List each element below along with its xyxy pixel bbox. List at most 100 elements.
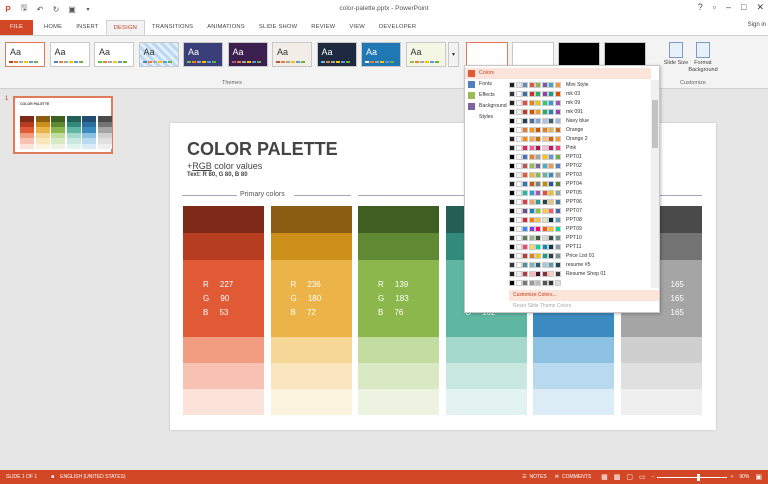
tab-developer[interactable]: DEVELOPER xyxy=(372,20,423,35)
palette-row[interactable]: PPT11 xyxy=(509,242,651,251)
theme-thumbnail[interactable]: Aa xyxy=(361,42,401,67)
color-swatch[interactable] xyxy=(270,206,352,233)
color-swatch[interactable] xyxy=(183,206,264,233)
theme-thumbnail[interactable]: Aa xyxy=(405,42,446,67)
color-swatch[interactable] xyxy=(270,233,352,260)
reading-view-icon[interactable]: ▢ xyxy=(626,473,633,481)
color-swatch[interactable] xyxy=(183,337,264,363)
color-swatch[interactable] xyxy=(620,337,702,363)
notes-button[interactable]: NOTES xyxy=(530,474,547,480)
tab-animations[interactable]: ANIMATIONS xyxy=(200,20,252,35)
menu-item-colors[interactable]: Colors xyxy=(465,68,651,79)
color-swatch[interactable] xyxy=(270,363,352,389)
theme-thumbnail[interactable]: Aa xyxy=(49,42,90,67)
palette-row[interactable]: Resume Shop 01 xyxy=(509,269,651,278)
minimize-icon[interactable]: – xyxy=(726,2,731,13)
sign-in-link[interactable]: Sign in xyxy=(748,22,766,28)
theme-thumbnail[interactable]: Aa xyxy=(5,42,45,67)
tab-transitions[interactable]: TRANSITIONS xyxy=(145,20,200,35)
palette-row[interactable]: PPT07 xyxy=(509,206,651,215)
palette-row[interactable]: Orange 2 xyxy=(509,134,651,143)
variant-thumbnail[interactable] xyxy=(604,42,646,67)
zoom-level[interactable]: 90% xyxy=(739,474,749,480)
tab-review[interactable]: REVIEW xyxy=(304,20,342,35)
zoom-slider-thumb[interactable] xyxy=(697,473,701,481)
fit-to-window-icon[interactable]: ▣ xyxy=(755,473,762,481)
help-icon[interactable]: ? xyxy=(698,2,703,13)
scrollbar-thumb[interactable] xyxy=(652,100,658,148)
palette-row[interactable]: PPT10 xyxy=(509,233,651,242)
palette-row[interactable]: Navy blue xyxy=(509,116,651,125)
spell-check-icon[interactable]: ■ xyxy=(51,474,54,480)
palette-row[interactable] xyxy=(509,278,651,287)
present-icon[interactable]: ▣ xyxy=(64,2,80,16)
slideshow-view-icon[interactable]: ▭ xyxy=(639,473,646,481)
palette-row[interactable]: PPT08 xyxy=(509,215,651,224)
palette-row[interactable]: mk 09 xyxy=(509,98,651,107)
theme-thumbnail[interactable]: Aa xyxy=(272,42,312,67)
tab-view[interactable]: VIEW xyxy=(342,20,372,35)
zoom-slider[interactable] xyxy=(657,473,728,481)
palette-row[interactable]: PPT05 xyxy=(509,188,651,197)
zoom-in-icon[interactable]: + xyxy=(730,474,733,480)
palette-row[interactable]: mk 03 xyxy=(509,89,651,98)
color-swatch[interactable] xyxy=(620,389,702,415)
theme-thumbnail[interactable]: Aa xyxy=(227,42,268,67)
tab-file[interactable]: FILE xyxy=(0,20,34,35)
palette-row[interactable]: Price List 01 xyxy=(509,251,651,260)
color-swatch[interactable] xyxy=(358,233,439,260)
palette-row[interactable]: Mini Style xyxy=(509,80,651,89)
palette-row[interactable]: PPT09 xyxy=(509,224,651,233)
menu-item-effects[interactable]: Effects xyxy=(465,90,511,101)
customize-quick-access-icon[interactable]: ▾ xyxy=(80,2,96,16)
palette-row[interactable]: resume #5 xyxy=(509,260,651,269)
color-swatch[interactable] xyxy=(358,389,439,415)
menu-item-background-styles[interactable]: Background Styles xyxy=(465,101,511,120)
color-swatch[interactable] xyxy=(183,363,264,389)
color-swatch[interactable] xyxy=(533,337,614,363)
slide-sorter-icon[interactable]: ▩ xyxy=(614,473,621,481)
theme-thumbnail[interactable]: Aa xyxy=(94,42,134,67)
close-icon[interactable]: ✕ xyxy=(756,2,764,13)
palette-row[interactable]: mk 091 xyxy=(509,107,651,116)
slide-thumbnail[interactable]: COLOR PALETTE xyxy=(13,96,113,154)
variant-thumbnail[interactable] xyxy=(512,42,554,67)
undo-icon[interactable]: ↶ xyxy=(32,2,48,16)
color-swatch[interactable] xyxy=(270,389,352,415)
color-swatch[interactable] xyxy=(533,363,614,389)
color-swatch[interactable] xyxy=(183,389,264,415)
menu-item-fonts[interactable]: Fonts xyxy=(465,79,511,90)
color-swatch[interactable] xyxy=(358,206,439,233)
theme-thumbnail[interactable]: Aa xyxy=(183,42,223,67)
customize-colors-item[interactable]: Customize Colors... xyxy=(509,290,659,301)
zoom-out-icon[interactable]: – xyxy=(652,474,655,480)
variant-thumbnail[interactable] xyxy=(466,42,508,67)
tab-insert[interactable]: INSERT xyxy=(69,20,105,35)
themes-more-button[interactable]: ▾ xyxy=(448,42,459,67)
theme-thumbnail[interactable]: Aa xyxy=(138,42,179,67)
color-swatch[interactable] xyxy=(445,363,527,389)
palette-row[interactable]: Pink xyxy=(509,143,651,152)
normal-view-icon[interactable]: ▦ xyxy=(601,473,608,481)
color-swatch[interactable] xyxy=(358,337,439,363)
palette-row[interactable]: PPT06 xyxy=(509,197,651,206)
palette-scrollbar[interactable] xyxy=(651,80,659,288)
palette-row[interactable]: PPT04 xyxy=(509,179,651,188)
ribbon-display-icon[interactable]: ▫ xyxy=(713,2,716,13)
tab-home[interactable]: HOME xyxy=(37,20,69,35)
color-swatch[interactable] xyxy=(183,233,264,260)
palette-row[interactable]: Orange xyxy=(509,125,651,134)
color-swatch[interactable] xyxy=(445,337,527,363)
tab-design[interactable]: DESIGN xyxy=(105,20,146,35)
save-icon[interactable]: 🖫 xyxy=(16,2,32,16)
variant-thumbnail[interactable] xyxy=(558,42,600,67)
color-swatch[interactable] xyxy=(620,363,702,389)
color-swatch[interactable] xyxy=(445,389,527,415)
palette-row[interactable]: PPT02 xyxy=(509,161,651,170)
color-swatch[interactable] xyxy=(533,389,614,415)
color-swatch[interactable] xyxy=(270,337,352,363)
palette-row[interactable]: PPT01 xyxy=(509,152,651,161)
format-background-button[interactable]: Format Background xyxy=(686,42,720,74)
maximize-icon[interactable]: □ xyxy=(741,2,746,13)
language-indicator[interactable]: ENGLISH (UNITED STATES) xyxy=(60,474,125,480)
